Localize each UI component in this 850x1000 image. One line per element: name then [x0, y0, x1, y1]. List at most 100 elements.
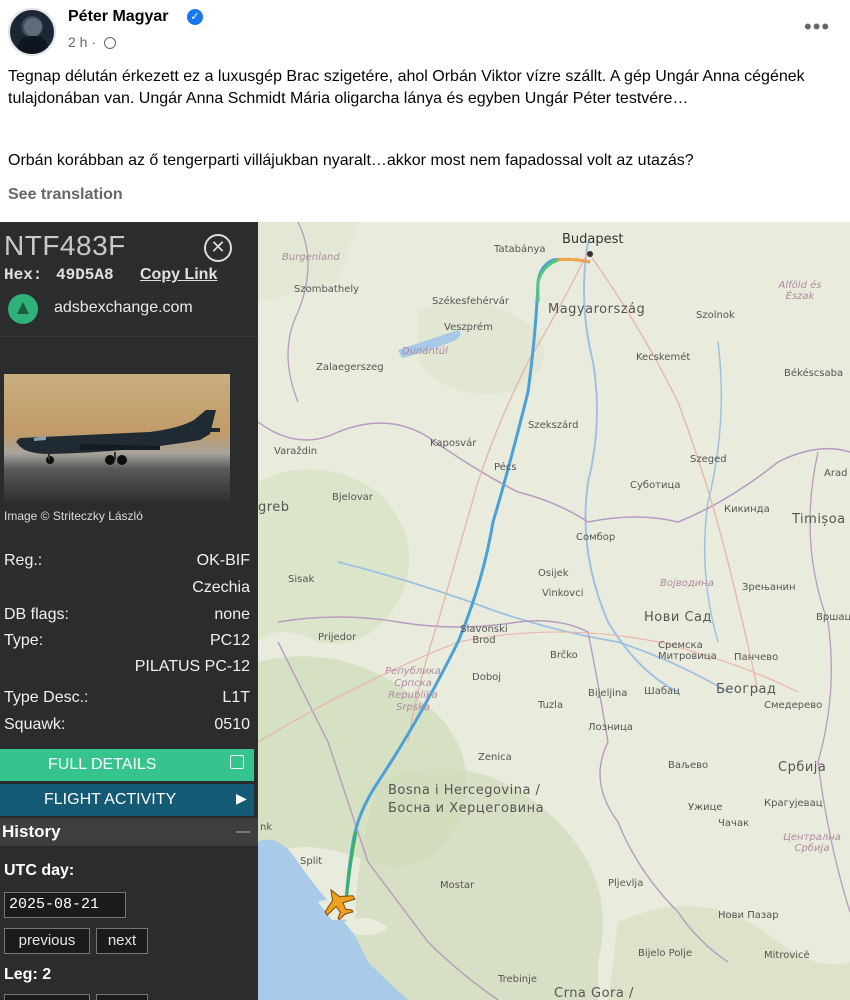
map-label-vinkovci: Vinkovci: [542, 588, 584, 599]
type-desc-value: L1T: [222, 689, 250, 706]
map-label-kecskemet: Kecskemét: [636, 352, 691, 363]
type-label: Type:: [4, 632, 44, 649]
utc-day-input[interactable]: 2025-08-21: [4, 892, 126, 918]
map-label-bijeljina: Bijeljina: [588, 688, 628, 699]
next-button[interactable]: next: [96, 928, 148, 954]
hex-value: 49D5A8: [56, 266, 114, 284]
map-label-loznica: Лозница: [588, 722, 633, 733]
map-label-veszprem: Veszprém: [444, 322, 493, 333]
history-header[interactable]: History: [0, 818, 258, 846]
full-details-button[interactable]: FULL DETAILS: [0, 749, 254, 781]
map-label-tatabanya: Tatabánya: [494, 244, 546, 255]
map-label-sremska: Сремска Митровица: [658, 640, 717, 662]
globe-icon: [104, 37, 116, 49]
map-label-uzice: Ужице: [688, 802, 723, 813]
author-name[interactable]: Péter Magyar: [68, 8, 169, 26]
map-label-vrsac: Вршац: [816, 612, 850, 623]
map-label-zagreb: greb: [258, 500, 290, 515]
map-label-centralna: Централна Србија: [783, 832, 841, 854]
adsbexchange-logo-icon: [8, 294, 38, 324]
author-avatar[interactable]: [8, 8, 56, 56]
post-image[interactable]: NTF483F ✕ Hex: 49D5A8 Copy Link adsbexch…: [0, 222, 850, 1000]
map-label-szekesfehervar: Székesfehérvár: [432, 296, 509, 307]
map-label-bijelo-polje: Bijelo Polje: [638, 948, 693, 959]
map-label-trebinje: Trebinje: [498, 974, 538, 985]
more-options-icon[interactable]: •••: [804, 14, 830, 40]
post-paragraph-1: Tegnap délután érkezett ez a luxusgép Br…: [8, 68, 805, 107]
map-label-arad: Arad: [824, 468, 848, 479]
map-label-subotica: Суботица: [630, 480, 681, 491]
map-label-doboj: Doboj: [472, 672, 502, 683]
see-translation-link[interactable]: See translation: [8, 186, 123, 204]
db-flags-label: DB flags:: [4, 606, 69, 623]
map-label-srbija: Србија: [778, 760, 827, 775]
post-header: Péter Magyar ✓ 2 h · •••: [0, 0, 850, 62]
map-label-kikinda: Кикинда: [724, 504, 770, 515]
type-name: PILATUS PC-12: [134, 658, 250, 675]
map-label-republika-srpska: Република Српска Republika Srpska: [385, 666, 441, 713]
full-details-label: FULL DETAILS: [48, 756, 157, 773]
previous-button[interactable]: previous: [4, 928, 90, 954]
map-label-valjevo: Ваљево: [668, 760, 709, 771]
db-flags-value: none: [214, 606, 250, 623]
flight-activity-label: FLIGHT ACTIVITY: [44, 791, 177, 808]
map-label-varazdin: Varaždin: [274, 446, 318, 457]
aircraft-info-panel: NTF483F ✕ Hex: 49D5A8 Copy Link adsbexch…: [0, 222, 258, 1000]
map-label-novi-sad: Нови Сад: [644, 610, 713, 625]
map-label-osijek: Osijek: [538, 568, 569, 579]
map-label-tuzla: Tuzla: [538, 700, 564, 711]
adsbexchange-site[interactable]: adsbexchange.com: [54, 299, 193, 317]
map-label-kaposvar: Kaposvár: [430, 438, 477, 449]
type-value: PC12: [209, 632, 250, 649]
map-label-prijedor: Prijedor: [318, 632, 357, 643]
map-label-szolnok: Szolnok: [696, 310, 735, 321]
flight-activity-button[interactable]: FLIGHT ACTIVITY ▶: [0, 784, 254, 816]
leg-previous-button[interactable]: [4, 994, 90, 1000]
leg-next-button[interactable]: [96, 994, 148, 1000]
map-label-sabac: Шабац: [644, 686, 680, 697]
map-label-szekszard: Szekszárd: [528, 420, 579, 431]
map-label-timisoara: Timișoa: [792, 512, 846, 527]
verified-badge-icon: ✓: [187, 9, 203, 25]
flight-map[interactable]: Budapest Tatabánya Burgenland Szombathel…: [258, 222, 850, 1000]
map-canvas: [258, 222, 850, 1000]
post-timestamp[interactable]: 2 h ·: [68, 34, 96, 50]
squawk-value: 0510: [214, 716, 250, 733]
divider: [0, 336, 258, 337]
reg-value: OK-BIF: [196, 552, 250, 569]
map-label-pancevo: Панчево: [734, 652, 779, 663]
map-label-cacak: Чачак: [718, 818, 750, 829]
chevron-right-icon: ▶: [236, 790, 247, 806]
map-label-kragujevac: Крагујевац: [764, 798, 823, 809]
map-label-sisak: Sisak: [288, 574, 315, 585]
map-label-burgenland: Burgenland: [282, 252, 340, 263]
leg-label: Leg: 2: [4, 966, 52, 983]
map-label-pljevlja: Pljevlja: [608, 878, 644, 889]
collapse-icon[interactable]: [236, 831, 250, 833]
copy-link[interactable]: Copy Link: [140, 266, 217, 284]
map-label-brcko: Brčko: [550, 650, 578, 661]
country-value: Czechia: [192, 579, 250, 596]
map-label-nk: nk: [260, 822, 273, 833]
squawk-label: Squawk:: [4, 716, 66, 733]
type-desc-label: Type Desc.:: [4, 689, 89, 706]
map-label-slavonski-brod: Slavonski Brod: [460, 624, 508, 646]
map-label-bih: Bosna i Hercegovina / Босна и Херцеговин…: [388, 783, 545, 816]
callsign: NTF483F: [4, 230, 126, 261]
map-label-magyarorszag: Magyarország: [548, 302, 646, 317]
map-label-mitrovice: Mitrovicë: [764, 950, 810, 961]
map-label-beograd: Београд: [716, 682, 777, 697]
map-label-mostar: Mostar: [440, 880, 475, 891]
close-icon[interactable]: ✕: [204, 234, 232, 262]
airplane-photo-icon: [16, 410, 220, 465]
hex-label: Hex:: [4, 266, 43, 284]
map-label-zalaegerszeg: Zalaegerszeg: [316, 362, 384, 373]
map-label-bjelovar: Bjelovar: [332, 492, 373, 503]
map-label-sombor: Сомбор: [576, 532, 616, 543]
aircraft-photo: [4, 374, 230, 502]
utc-day-label: UTC day:: [4, 862, 75, 879]
map-label-zenica: Zenica: [478, 752, 512, 763]
map-label-szombathely: Szombathely: [294, 284, 360, 295]
map-label-novi-pazar: Нови Пазар: [718, 910, 779, 921]
map-label-szeged: Szeged: [690, 454, 727, 465]
